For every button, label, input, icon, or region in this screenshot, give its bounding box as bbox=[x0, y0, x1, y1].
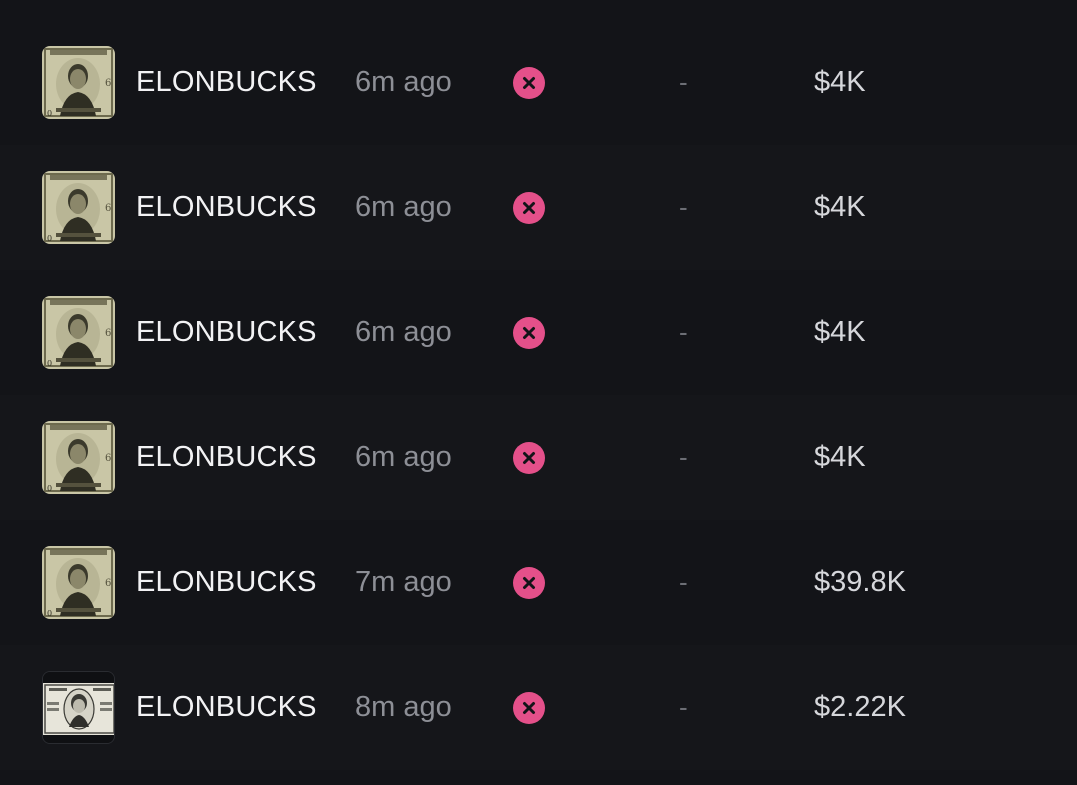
timestamp: 6m ago bbox=[355, 441, 452, 473]
list-item[interactable]: ELONBUCKS 8m ago - $2.22K bbox=[0, 645, 1077, 770]
x-circle-icon bbox=[513, 66, 545, 99]
dollar-portrait-icon: 0 6 bbox=[42, 296, 115, 369]
amount-value: $4K bbox=[814, 441, 866, 473]
timestamp: 6m ago bbox=[355, 191, 452, 223]
list-item[interactable]: 0 6 ELONBUCKS 6m ago - $4K bbox=[0, 145, 1077, 270]
svg-text:0: 0 bbox=[47, 359, 52, 368]
x-circle-icon bbox=[513, 566, 545, 599]
svg-text:6: 6 bbox=[105, 78, 111, 89]
timestamp: 6m ago bbox=[355, 316, 452, 348]
list-item[interactable]: 0 6 ELONBUCKS 6m ago - $4K bbox=[0, 20, 1077, 145]
svg-text:0: 0 bbox=[47, 234, 52, 243]
change-value: - bbox=[679, 567, 688, 597]
svg-text:6: 6 bbox=[105, 453, 111, 464]
dollar-portrait-icon: 0 6 bbox=[42, 171, 115, 244]
timestamp: 7m ago bbox=[355, 566, 452, 598]
svg-text:0: 0 bbox=[47, 484, 52, 493]
svg-text:6: 6 bbox=[105, 578, 111, 589]
dollar-portrait-icon: 0 6 bbox=[42, 421, 115, 494]
timestamp: 6m ago bbox=[355, 66, 452, 98]
amount-value: $39.8K bbox=[814, 566, 906, 598]
x-circle-icon bbox=[513, 191, 545, 224]
svg-text:0: 0 bbox=[47, 609, 52, 618]
svg-text:6: 6 bbox=[105, 328, 111, 339]
svg-text:6: 6 bbox=[105, 203, 111, 214]
dollar-portrait-icon: 0 6 bbox=[42, 546, 115, 619]
token-thumbnail: 0 6 bbox=[42, 171, 115, 244]
token-name: ELONBUCKS bbox=[136, 566, 317, 598]
change-value: - bbox=[679, 192, 688, 222]
x-circle-icon bbox=[513, 441, 545, 474]
change-value: - bbox=[679, 692, 688, 722]
token-thumbnail: 0 6 bbox=[42, 421, 115, 494]
amount-value: $2.22K bbox=[814, 691, 906, 723]
token-name: ELONBUCKS bbox=[136, 191, 317, 223]
token-name: ELONBUCKS bbox=[136, 441, 317, 473]
list-item[interactable]: 0 6 ELONBUCKS 6m ago - $4K bbox=[0, 395, 1077, 520]
token-thumbnail: 0 6 bbox=[42, 296, 115, 369]
change-value: - bbox=[679, 442, 688, 472]
token-thumbnail: 0 6 bbox=[42, 546, 115, 619]
token-name: ELONBUCKS bbox=[136, 691, 317, 723]
x-circle-icon bbox=[513, 316, 545, 349]
amount-value: $4K bbox=[814, 66, 866, 98]
token-thumbnail: 0 6 bbox=[42, 46, 115, 119]
token-name: ELONBUCKS bbox=[136, 66, 317, 98]
token-name: ELONBUCKS bbox=[136, 316, 317, 348]
token-thumbnail bbox=[42, 671, 115, 744]
svg-text:0: 0 bbox=[47, 109, 52, 118]
list-item[interactable]: 0 6 ELONBUCKS 6m ago - $4K bbox=[0, 270, 1077, 395]
dollar-bill-icon bbox=[43, 672, 114, 743]
x-circle-icon bbox=[513, 691, 545, 724]
timestamp: 8m ago bbox=[355, 691, 452, 723]
change-value: - bbox=[679, 67, 688, 97]
amount-value: $4K bbox=[814, 316, 866, 348]
transaction-list: 0 6 ELONBUCKS 6m ago - $4K 0 6 ELONBUCKS… bbox=[0, 0, 1077, 785]
change-value: - bbox=[679, 317, 688, 347]
list-item[interactable]: 0 6 ELONBUCKS 7m ago - $39.8K bbox=[0, 520, 1077, 645]
dollar-portrait-icon: 0 6 bbox=[42, 46, 115, 119]
amount-value: $4K bbox=[814, 191, 866, 223]
